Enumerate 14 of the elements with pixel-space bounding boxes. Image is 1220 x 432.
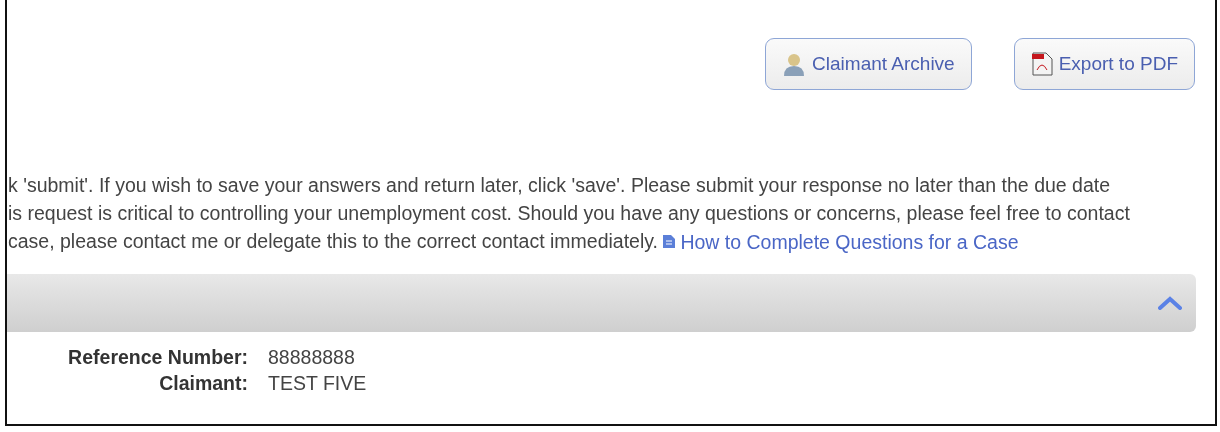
pdf-icon — [1030, 52, 1053, 76]
document-icon — [663, 235, 676, 248]
field-value: TEST FIVE — [268, 371, 368, 394]
instruction-text: case, please contact me or delegate this to the correct contact immediately. — [8, 230, 658, 252]
person-icon — [782, 52, 807, 76]
field-label: Reference Number: — [67, 345, 248, 368]
instruction-text: k 'submit'. If you wish to save your answers and return later, click 'save'. Please submit your response no later than the due date — [7, 173, 1112, 197]
collapse-button[interactable] — [1158, 295, 1182, 310]
export-pdf-button[interactable]: Export to PDF — [1013, 38, 1195, 90]
archive-button[interactable]: Claimant Archive — [765, 38, 972, 90]
field-value: 88888888 — [268, 345, 356, 368]
field-label: Claimant: — [158, 371, 248, 394]
instruction-text: is request is critical to controlling your unemployment cost. Should you have any questions or concerns, please feel free to contact — [7, 201, 1131, 225]
help-link[interactable]: How to Complete Questions for a Case — [663, 229, 1019, 254]
